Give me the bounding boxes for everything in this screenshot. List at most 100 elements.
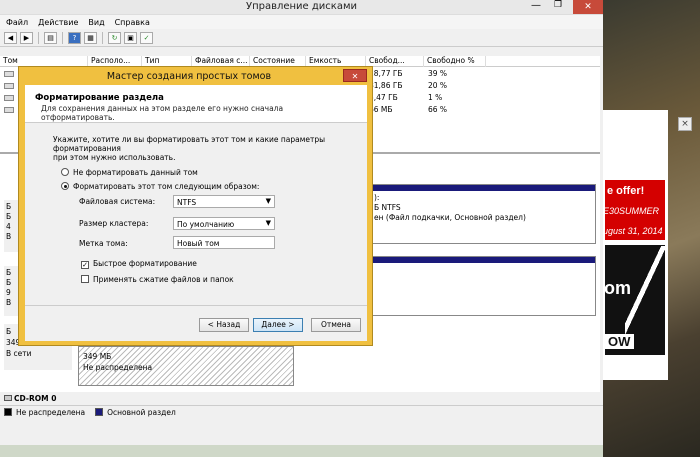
wizard-header: Форматирование раздела Для сохранения да… <box>25 85 367 123</box>
toolbar-separator <box>38 31 39 44</box>
quick-format-label: Быстрое форматирование <box>93 259 197 268</box>
free-space: 81,86 ГБ <box>369 81 403 90</box>
properties-icon[interactable]: ▦ <box>84 31 97 44</box>
check-icon[interactable]: ✓ <box>140 31 153 44</box>
quick-format-option[interactable]: ✓ Быстрое форматирование <box>81 259 197 269</box>
title-bar: Управление дисками — ❐ ✕ <box>0 0 603 15</box>
filesystem-value: NTFS <box>177 198 197 207</box>
taskbar <box>0 445 603 457</box>
back-button[interactable]: < Назад <box>199 318 249 332</box>
volume-icon <box>4 83 14 89</box>
cancel-button[interactable]: Отмена <box>311 318 361 332</box>
wizard-title-bar: Мастер создания простых томов ✕ <box>19 67 372 85</box>
minimize-button[interactable]: — <box>527 0 545 14</box>
free-percent: 66 % <box>428 105 448 114</box>
partition-size: 349 МБ <box>83 352 112 361</box>
volume-icon <box>4 107 14 113</box>
wizard-description: Для сохранения данных на этом разделе ег… <box>41 104 367 122</box>
wizard-body: Форматирование раздела Для сохранения да… <box>25 85 367 341</box>
description-line: отформатировать. <box>41 113 115 122</box>
volume-label-label: Метка тома: <box>79 239 128 248</box>
wizard-content: Укажите, хотите ли вы форматировать этот… <box>25 123 367 191</box>
partition-status: ен (Файл подкачки, Основной раздел) <box>374 213 526 222</box>
menu-bar: Файл Действие Вид Справка <box>0 15 603 29</box>
free-percent: 20 % <box>428 81 448 90</box>
volume-icon <box>4 95 14 101</box>
unallocated-partition[interactable]: 349 МБ Не распределена <box>78 346 294 386</box>
legend-primary: Основной раздел <box>107 407 176 417</box>
chevron-down-icon: ▼ <box>265 219 271 227</box>
menu-help[interactable]: Справка <box>115 18 150 27</box>
partition-box[interactable]: ): Б NTFS ен (Файл подкачки, Основной ра… <box>370 184 596 244</box>
no-format-radio[interactable] <box>61 168 69 176</box>
toolbar: ◀ ▶ ▤ ? ▦ ↻ ▣ ✓ <box>0 29 603 47</box>
ad-offer-text: e offer! <box>607 185 645 197</box>
menu-view[interactable]: Вид <box>88 18 104 27</box>
no-format-label: Не форматировать данный том <box>73 168 198 177</box>
refresh-icon[interactable]: ↻ <box>108 31 121 44</box>
cluster-size-value: По умолчанию <box>177 220 235 229</box>
ad-date-text: ugust 31, 2014 <box>603 226 663 236</box>
description-line: Для сохранения данных на этом разделе ег… <box>41 104 284 113</box>
ad-close-icon[interactable]: × <box>678 117 692 131</box>
chevron-down-icon: ▼ <box>265 197 271 205</box>
toolbar-separator <box>102 31 103 44</box>
menu-file[interactable]: Файл <box>6 18 28 27</box>
quick-format-checkbox[interactable]: ✓ <box>81 261 89 269</box>
wizard-heading: Форматирование раздела <box>35 93 164 103</box>
unallocated-swatch <box>4 408 12 416</box>
partition-size: Б NTFS <box>374 203 401 212</box>
next-button[interactable]: Далее > <box>253 318 303 332</box>
menu-action[interactable]: Действие <box>38 18 78 27</box>
partition-name: ): <box>374 193 380 202</box>
rescan-icon[interactable]: ▣ <box>124 31 137 44</box>
new-simple-volume-wizard: Мастер создания простых томов ✕ Форматир… <box>18 66 373 346</box>
filesystem-label: Файловая система: <box>79 197 156 206</box>
toolbar-separator <box>62 31 63 44</box>
column-free-percent[interactable]: Свободно % <box>424 56 486 67</box>
ad-button-text[interactable]: OW <box>604 334 635 349</box>
console-tree-icon[interactable]: ▤ <box>44 31 57 44</box>
disk-label-line: В сети <box>6 349 32 358</box>
free-percent: 39 % <box>428 69 448 78</box>
cdrom-text: CD-ROM 0 <box>14 394 57 403</box>
prompt-line: Укажите, хотите ли вы форматировать этот… <box>53 135 326 153</box>
partition-box[interactable] <box>370 256 596 316</box>
legend-unallocated: Не распределена <box>16 407 86 417</box>
compression-option[interactable]: Применять сжатие файлов и папок <box>81 275 234 284</box>
cdrom-icon <box>4 395 12 401</box>
partition-status: Не распределена <box>83 363 153 372</box>
format-radio[interactable] <box>61 182 69 190</box>
window-title: Управление дисками <box>245 1 358 12</box>
format-label: Форматировать этот том следующим образом… <box>73 182 260 191</box>
format-option[interactable]: Форматировать этот том следующим образом… <box>61 182 367 191</box>
free-percent: 1 % <box>428 93 443 102</box>
maximize-button[interactable]: ❐ <box>549 0 567 14</box>
wizard-title: Мастер создания простых томов <box>106 71 272 82</box>
free-space: 18,77 ГБ <box>369 69 403 78</box>
primary-swatch <box>95 408 104 416</box>
compression-label: Применять сжатие файлов и папок <box>93 275 234 284</box>
forward-arrow-icon[interactable]: ▶ <box>20 31 33 44</box>
filesystem-select[interactable]: NTFS ▼ <box>173 195 275 208</box>
prompt-line: при этом нужно использовать. <box>53 153 176 162</box>
back-arrow-icon[interactable]: ◀ <box>4 31 17 44</box>
wizard-close-button[interactable]: ✕ <box>343 69 367 82</box>
ad-domain-text: om <box>604 278 631 298</box>
volume-label-input[interactable]: Новый том <box>173 236 275 249</box>
volume-icon <box>4 71 14 77</box>
primary-partition-bar <box>371 257 595 263</box>
legend: Не распределена Основной раздел <box>0 405 603 418</box>
close-button[interactable]: ✕ <box>573 0 603 14</box>
cdrom-label[interactable]: CD-ROM 0 <box>4 394 56 403</box>
cluster-size-select[interactable]: По умолчанию ▼ <box>173 217 275 230</box>
compression-checkbox[interactable] <box>81 275 89 283</box>
ad-code-text: E30SUMMER <box>603 206 660 216</box>
wizard-prompt: Укажите, хотите ли вы форматировать этот… <box>53 135 367 162</box>
cluster-size-label: Размер кластера: <box>79 219 149 228</box>
column-free[interactable]: Свобод... <box>366 56 424 67</box>
help-icon[interactable]: ? <box>68 31 81 44</box>
no-format-option[interactable]: Не форматировать данный том <box>61 168 367 177</box>
wizard-footer: < Назад Далее > Отмена <box>25 305 367 341</box>
free-space: 5,47 ГБ <box>369 93 398 102</box>
